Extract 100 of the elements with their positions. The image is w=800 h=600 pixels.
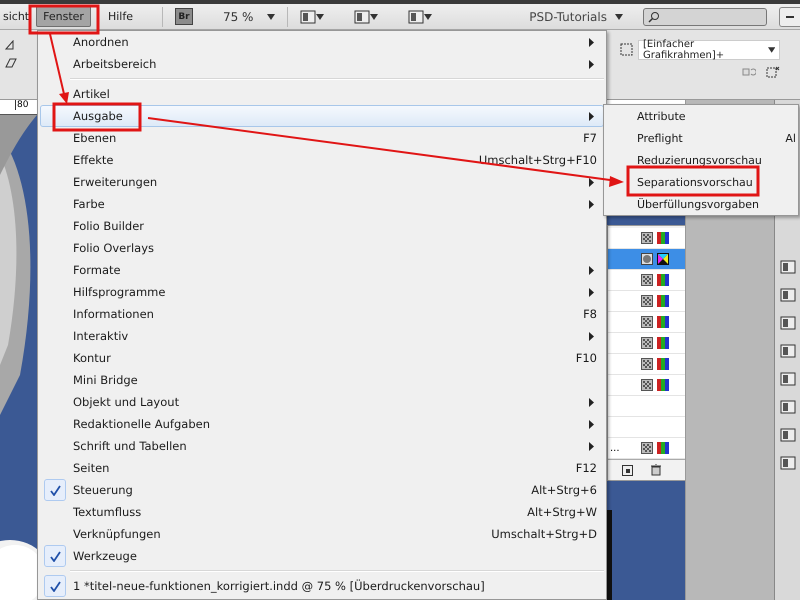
menu-item-label: Kontur — [73, 351, 111, 365]
caret-icon[interactable] — [424, 14, 432, 20]
menu-item[interactable]: Formate — [40, 259, 604, 281]
menu-item[interactable]: Artikel — [40, 83, 604, 105]
menu-item-label: Überfüllungsvorgaben — [637, 198, 759, 210]
menu-item-label: Formate — [73, 263, 121, 277]
menu-item[interactable]: Redaktionelle Aufgaben — [40, 413, 604, 435]
menu-item-label: Objekt und Layout — [73, 395, 180, 409]
menu-item[interactable]: Folio Builder — [40, 215, 604, 237]
caret-icon[interactable] — [316, 14, 324, 20]
menu-item[interactable]: Hilfsprogramme — [40, 281, 604, 303]
panel-icon[interactable] — [780, 316, 796, 330]
search-icon — [648, 10, 660, 23]
menu-item[interactable]: Attribute — [604, 105, 798, 127]
swatch-row[interactable] — [608, 375, 685, 396]
menu-item[interactable]: Separationsvorschau — [604, 171, 798, 193]
menu-item[interactable]: Objekt und Layout — [40, 391, 604, 413]
menu-item[interactable]: Steuerung Alt+Strg+6 — [40, 479, 604, 501]
swatch-row[interactable] — [608, 249, 685, 270]
swatch-row[interactable] — [608, 270, 685, 291]
panel-icon[interactable] — [780, 456, 796, 470]
checker-swatch-icon — [641, 316, 653, 328]
menu-item[interactable]: Arbeitsbereich — [40, 53, 604, 75]
panel-icon[interactable] — [780, 428, 796, 442]
menu-item-label: 1 *titel-neue-funktionen_korrigiert.indd @ 75 % [Überdruckenvorschau] — [73, 579, 485, 593]
panel-icon[interactable] — [780, 400, 796, 414]
workspace-switcher[interactable]: PSD-Tutorials — [529, 10, 607, 24]
menu-item[interactable]: Anordnen — [40, 31, 604, 53]
menu-item-label: Interaktiv — [73, 329, 128, 343]
search-field[interactable] — [643, 8, 767, 26]
trash-icon[interactable] — [651, 464, 661, 476]
menu-item[interactable]: Informationen F8 — [40, 303, 604, 325]
panel-icon[interactable] — [780, 288, 796, 302]
caret-icon[interactable] — [768, 47, 775, 54]
panel-icon[interactable] — [780, 344, 796, 358]
menu-item-label: Preflight — [637, 132, 683, 144]
menu-item[interactable]: Textumfluss Alt+Strg+W — [40, 501, 604, 523]
annotation-frame — [28, 4, 100, 34]
swatch-row[interactable] — [608, 333, 685, 354]
caret-icon[interactable] — [267, 14, 276, 20]
swatch-name: ... — [609, 442, 620, 454]
menu-item-label: Informationen — [73, 307, 154, 321]
menu-item[interactable]: Effekte Umschalt+Strg+F10 — [40, 149, 604, 171]
circle-swatch-icon — [641, 253, 653, 265]
menu-item[interactable]: Erweiterungen — [40, 171, 604, 193]
menu-item[interactable]: Folio Overlays — [40, 237, 604, 259]
bowtie-icon — [657, 253, 669, 265]
menu-item-label: Folio Builder — [73, 219, 144, 233]
shortcut-label: F10 — [576, 351, 597, 365]
menu-item[interactable]: Interaktiv — [40, 325, 604, 347]
parallelogram-icon — [5, 58, 17, 68]
color-bars-icon — [657, 337, 669, 349]
menu-item[interactable]: Überfüllungsvorgaben — [604, 193, 798, 215]
color-bars-icon — [657, 316, 669, 328]
menu-item[interactable]: 1 *titel-neue-funktionen_korrigiert.indd @ 75 % [Überdruckenvorschau] — [40, 575, 604, 597]
menu-item[interactable]: Seiten F12 — [40, 457, 604, 479]
swatch-row[interactable]: ... — [608, 438, 685, 459]
menu-item[interactable]: Ebenen F7 — [40, 127, 604, 149]
menu-item[interactable]: Verknüpfungen Umschalt+Strg+D — [40, 523, 604, 545]
panel-icon[interactable] — [780, 372, 796, 386]
bridge-button[interactable]: Br — [174, 8, 193, 26]
swatch-row[interactable] — [608, 291, 685, 312]
panel-icon[interactable] — [780, 260, 796, 274]
menu-item-label: Steuerung — [73, 483, 133, 497]
menu-item[interactable]: Mini Bridge — [40, 369, 604, 391]
menu-item[interactable]: Kontur F10 — [40, 347, 604, 369]
menu-item-label: Artikel — [73, 87, 110, 101]
caret-icon[interactable] — [370, 14, 378, 20]
menu-item[interactable]: Schrift und Tabellen — [40, 435, 604, 457]
menu-title[interactable]: Hilfe — [100, 6, 140, 28]
shortcut-label: F7 — [583, 131, 597, 145]
shortcut-label: Umschalt+Strg+F10 — [478, 153, 597, 167]
frame-icon — [620, 43, 634, 58]
menu-item[interactable]: Reduzierungsvorschau — [604, 149, 798, 171]
color-bars-icon — [657, 232, 669, 244]
caret-icon[interactable] — [615, 14, 623, 20]
swatch-row[interactable] — [608, 417, 685, 438]
menu-item-label: Redaktionelle Aufgaben — [73, 417, 210, 431]
menu-title[interactable]: Fenster — [36, 6, 91, 28]
color-bars-icon — [657, 442, 669, 454]
ruler-label: 80 — [15, 100, 28, 110]
new-swatch-icon[interactable] — [622, 464, 633, 476]
menu-item-label: Ausgabe — [73, 109, 123, 123]
frame-style-dropdown[interactable]: [Einfacher Grafikrahmen]+ — [638, 40, 780, 60]
swatch-row[interactable] — [608, 396, 685, 417]
swatch-row[interactable] — [608, 354, 685, 375]
checkmark-icon — [50, 550, 60, 562]
menu-item[interactable]: Werkzeuge — [40, 545, 604, 567]
shortcut-label: Alt+Strg+W — [527, 505, 597, 519]
color-bars-icon — [657, 358, 669, 370]
menu-title[interactable]: sicht — [0, 6, 32, 28]
menu-item[interactable]: Preflight Al — [604, 127, 798, 149]
menu-item[interactable]: Ausgabe — [40, 105, 604, 127]
zoom-level[interactable]: 75 % — [222, 10, 254, 24]
menu-item[interactable]: Farbe — [40, 193, 604, 215]
swatch-row[interactable] — [608, 312, 685, 333]
color-bars-icon — [657, 379, 669, 391]
minimize-button[interactable] — [779, 6, 800, 27]
menu-item-label: Separationsvorschau — [637, 176, 753, 188]
swatch-row[interactable] — [608, 228, 685, 249]
